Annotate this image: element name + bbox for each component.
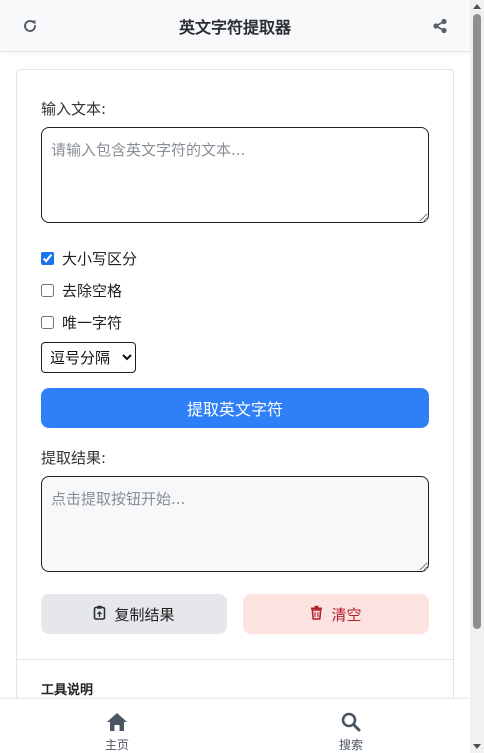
page-title: 英文字符提取器 [178,17,291,37]
result-label: 提取结果: [41,449,107,467]
unique-chars-label: 唯一字符 [62,314,123,332]
unique-chars-checkbox[interactable] [41,316,54,329]
scroll-down-arrow-icon[interactable] [473,744,481,749]
nav-item-home[interactable]: 主页 [87,711,147,753]
nav-item-search[interactable]: 搜索 [321,711,381,753]
scroll-up-arrow-icon[interactable] [473,4,481,9]
input-textarea[interactable] [41,127,429,223]
trash-icon [310,605,323,624]
nav-search-label: 搜索 [338,738,363,752]
remove-spaces-checkbox[interactable] [41,284,54,297]
clear-button-label: 清空 [331,605,362,624]
copy-button-label: 复制结果 [114,605,175,624]
extract-button[interactable]: 提取英文字符 [41,388,429,428]
section-divider [17,659,453,660]
app-header: 英文字符提取器 [0,0,470,52]
case-sensitive-label: 大小写区分 [62,250,138,268]
case-sensitive-checkbox[interactable] [41,252,54,265]
nav-home-label: 主页 [104,738,129,752]
info-title: 工具说明 [41,683,94,698]
scrollbar-thumb[interactable] [473,14,481,629]
clipboard-icon [93,605,106,624]
case-sensitive-option[interactable]: 大小写区分 [41,248,137,269]
home-icon [106,711,128,733]
share-icon[interactable] [430,16,450,36]
clear-button[interactable]: 清空 [243,594,429,634]
remove-spaces-label: 去除空格 [62,282,123,300]
input-label: 输入文本: [41,100,107,118]
extractor-card: 输入文本: 大小写区分 去除空格 唯一字符 逗号分隔 提取英文字符 提取结果: … [16,69,454,753]
search-icon [340,711,362,733]
unique-chars-option[interactable]: 唯一字符 [41,312,122,333]
bottom-nav: 主页 搜索 [0,698,470,753]
separator-select[interactable]: 逗号分隔 [41,342,136,373]
copy-button[interactable]: 复制结果 [41,594,227,634]
remove-spaces-option[interactable]: 去除空格 [41,280,122,301]
refresh-icon[interactable] [20,16,40,36]
result-textarea[interactable] [41,476,429,572]
page-scrollbar[interactable] [470,0,484,753]
